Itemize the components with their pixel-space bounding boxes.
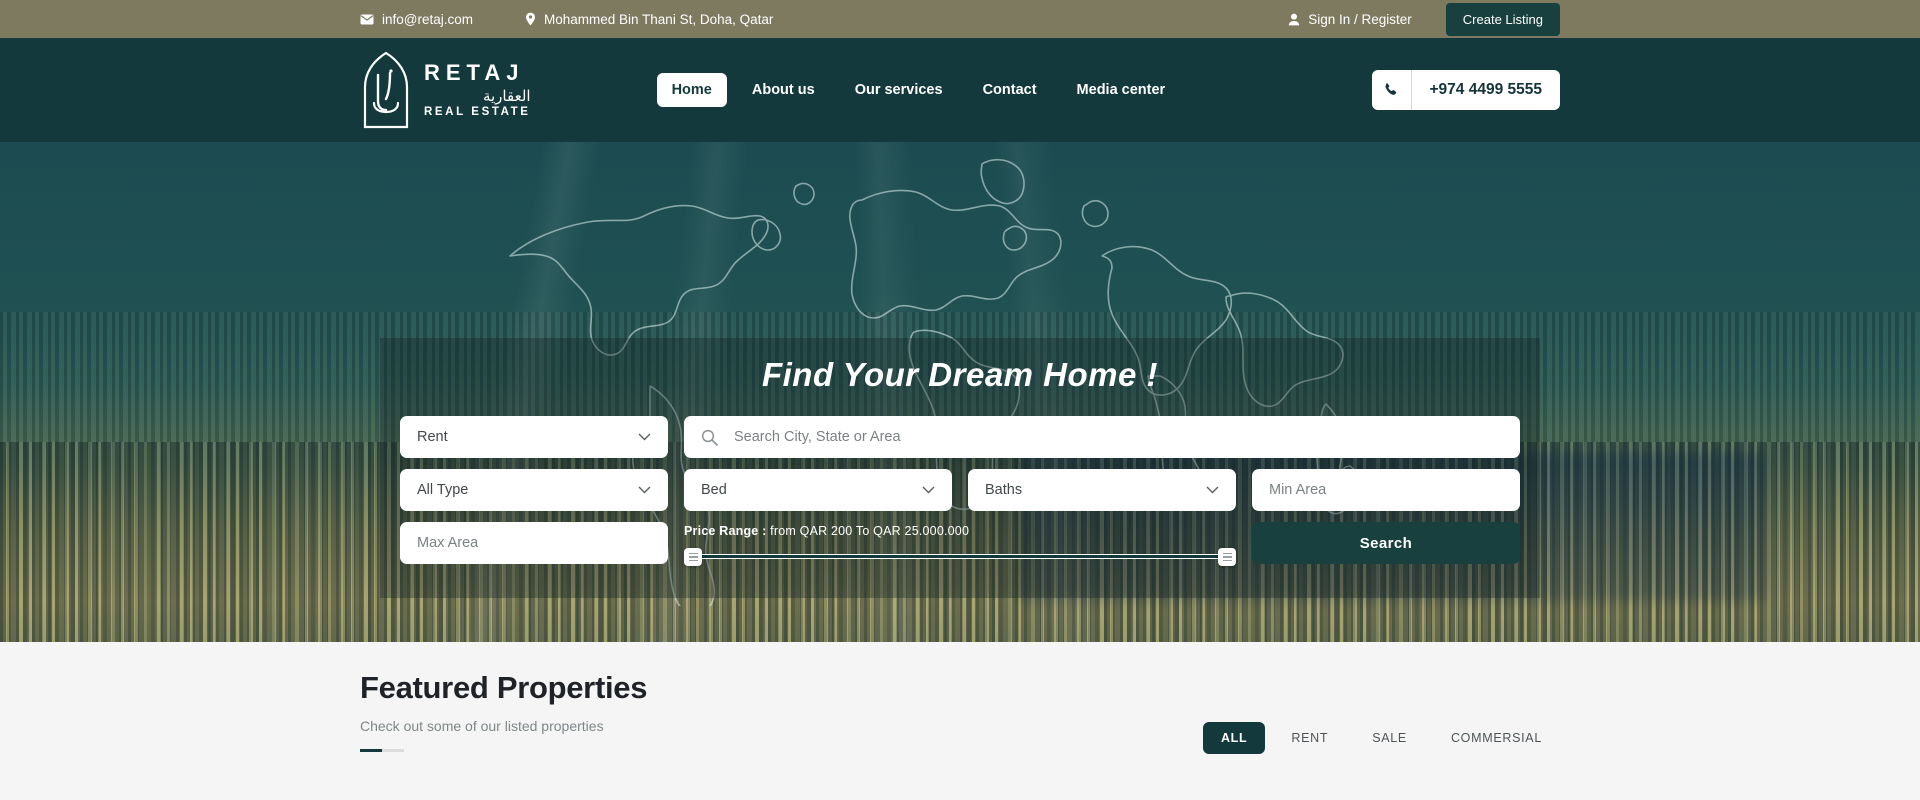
create-listing-button[interactable]: Create Listing: [1445, 2, 1560, 36]
listing-type-select[interactable]: Rent: [400, 416, 668, 458]
bed-value: Bed: [701, 482, 727, 498]
price-range-label: Price Range : from QAR 200 To QAR 25.000…: [684, 524, 1236, 538]
user-icon: [1288, 13, 1300, 26]
search-input-placeholder: Search City, State or Area: [734, 429, 901, 445]
contact-email-text: info@retaj.com: [382, 11, 473, 27]
slider-fill: [696, 555, 1224, 558]
logo-arabic: العقارية: [482, 87, 531, 105]
nav-item-contact[interactable]: Contact: [968, 73, 1052, 107]
search-form-row-3: Max Area Price Range : from QAR 200 To Q…: [400, 522, 1520, 566]
search-submit-button[interactable]: Search: [1252, 522, 1520, 564]
max-area-placeholder: Max Area: [417, 535, 479, 551]
max-area-input[interactable]: Max Area: [400, 522, 668, 564]
main-navigation: Home About us Our services Contact Media…: [656, 73, 1181, 107]
map-pin-icon: [525, 12, 536, 26]
chevron-down-icon: [638, 486, 651, 494]
tab-all[interactable]: ALL: [1202, 722, 1266, 754]
featured-properties-section: Featured Properties Check out some of ou…: [0, 642, 1920, 800]
price-range-prefix: Price Range :: [684, 524, 771, 538]
hero-search-panel: Find Your Dream Home ! Rent Search City,…: [380, 338, 1540, 598]
min-area-placeholder: Min Area: [1269, 482, 1327, 498]
search-input[interactable]: Search City, State or Area: [684, 416, 1520, 458]
slider-handle-min-icon[interactable]: [684, 548, 702, 566]
top-utility-bar: info@retaj.com Mohammed Bin Thani St, Do…: [0, 0, 1920, 38]
property-search-form: Rent Search City, State or Area All Type: [380, 416, 1540, 566]
phone-button[interactable]: +974 4499 5555: [1371, 70, 1560, 110]
featured-title: Featured Properties: [360, 670, 648, 705]
nav-item-home[interactable]: Home: [656, 73, 727, 107]
contact-address[interactable]: Mohammed Bin Thani St, Doha, Qatar: [525, 12, 773, 27]
search-icon: [701, 429, 718, 446]
nav-item-our-services[interactable]: Our services: [840, 73, 958, 107]
bed-select[interactable]: Bed: [684, 469, 952, 511]
envelope-icon: [360, 14, 374, 25]
slider-handle-max-icon[interactable]: [1218, 548, 1236, 566]
nav-item-about-us[interactable]: About us: [737, 73, 830, 107]
hero-section: Find Your Dream Home ! Rent Search City,…: [0, 142, 1920, 642]
logo-subtitle: REAL ESTATE: [424, 105, 531, 118]
contact-email[interactable]: info@retaj.com: [360, 12, 473, 27]
price-range-slider[interactable]: [684, 548, 1236, 566]
sign-in-register-link[interactable]: Sign In / Register: [1288, 12, 1412, 27]
baths-select[interactable]: Baths: [968, 469, 1236, 511]
chevron-down-icon: [1206, 486, 1219, 494]
sign-in-register-label: Sign In / Register: [1308, 11, 1412, 27]
tab-commersial[interactable]: COMMERSIAL: [1433, 722, 1560, 754]
chevron-down-icon: [922, 486, 935, 494]
min-area-input[interactable]: Min Area: [1252, 469, 1520, 511]
phone-icon: [1372, 70, 1412, 110]
featured-filter-tabs: ALL RENT SALE COMMERSIAL: [1202, 722, 1560, 754]
phone-number: +974 4499 5555: [1429, 81, 1543, 98]
property-type-value: All Type: [417, 482, 469, 498]
hero-title: Find Your Dream Home !: [761, 356, 1159, 393]
nav-item-media-center[interactable]: Media center: [1062, 73, 1181, 107]
search-form-row-2: All Type Bed Baths Min Area: [400, 469, 1520, 511]
contact-address-text: Mohammed Bin Thani St, Doha, Qatar: [544, 11, 774, 27]
tab-sale[interactable]: SALE: [1354, 722, 1425, 754]
retaj-arch-logo-icon: [360, 51, 412, 129]
price-range-value: from QAR 200 To QAR 25.000.000: [770, 524, 970, 538]
site-logo[interactable]: RETAJ العقارية REAL ESTATE: [360, 51, 531, 129]
tab-rent[interactable]: RENT: [1273, 722, 1346, 754]
baths-value: Baths: [985, 482, 1023, 498]
logo-name: RETAJ: [424, 59, 525, 85]
chevron-down-icon: [638, 433, 651, 441]
price-range-control: Price Range : from QAR 200 To QAR 25.000…: [684, 522, 1236, 566]
site-header: RETAJ العقارية REAL ESTATE Home About us…: [0, 38, 1920, 142]
search-form-row-1: Rent Search City, State or Area: [400, 416, 1520, 458]
property-type-select[interactable]: All Type: [400, 469, 668, 511]
listing-type-value: Rent: [417, 429, 448, 445]
